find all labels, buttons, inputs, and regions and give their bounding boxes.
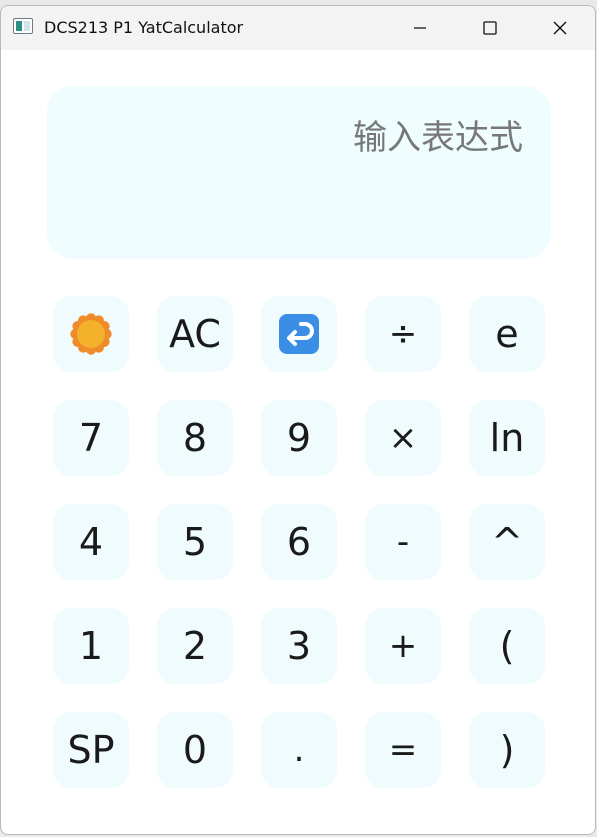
plus-label: + [388, 626, 418, 666]
divide-button[interactable]: ÷ [365, 296, 441, 372]
sp-label: SP [67, 728, 115, 772]
divide-label: ÷ [388, 314, 418, 354]
digit-9-button[interactable]: 9 [261, 400, 337, 476]
clear-label: AC [169, 312, 221, 356]
maximize-button[interactable] [455, 6, 525, 50]
minimize-icon [414, 27, 426, 29]
plus-button[interactable]: + [365, 608, 441, 684]
digit-8-label: 8 [182, 416, 208, 460]
close-paren-label: ) [499, 728, 515, 772]
digit-5-label: 5 [182, 520, 208, 564]
calculator-window: DCS213 P1 YatCalculator 输入表达式 AC ÷ e 7 8 9 × ln… [0, 5, 596, 835]
sp-button[interactable]: SP [53, 712, 129, 788]
close-icon [553, 21, 567, 35]
power-button[interactable]: ^ [469, 504, 545, 580]
decimal-label: . [293, 730, 305, 770]
digit-2-label: 2 [182, 624, 208, 668]
maximize-icon [483, 21, 497, 35]
digit-1-button[interactable]: 1 [53, 608, 129, 684]
e-button[interactable]: e [469, 296, 545, 372]
digit-3-button[interactable]: 3 [261, 608, 337, 684]
minus-label: - [396, 522, 410, 562]
minus-button[interactable]: - [365, 504, 441, 580]
equals-label: = [388, 730, 418, 770]
digit-3-label: 3 [286, 624, 312, 668]
e-label: e [495, 312, 519, 356]
digit-9-label: 9 [286, 416, 312, 460]
backspace-button[interactable] [261, 296, 337, 372]
multiply-button[interactable]: × [365, 400, 441, 476]
return-arrow-icon [279, 314, 319, 354]
digit-6-label: 6 [286, 520, 312, 564]
window-title: DCS213 P1 YatCalculator [44, 18, 244, 37]
decimal-button[interactable]: . [261, 712, 337, 788]
digit-7-button[interactable]: 7 [53, 400, 129, 476]
close-paren-button[interactable]: ) [469, 712, 545, 788]
open-paren-button[interactable]: ( [469, 608, 545, 684]
clear-button[interactable]: AC [157, 296, 233, 372]
open-paren-label: ( [499, 624, 515, 668]
multiply-label: × [388, 418, 418, 458]
digit-1-label: 1 [78, 624, 104, 668]
equals-button[interactable]: = [365, 712, 441, 788]
digit-0-label: 0 [182, 728, 208, 772]
expression-placeholder: 输入表达式 [353, 118, 523, 158]
digit-8-button[interactable]: 8 [157, 400, 233, 476]
window-app-icon [13, 18, 33, 34]
ln-button[interactable]: ln [469, 400, 545, 476]
theme-button[interactable] [53, 296, 129, 372]
digit-4-button[interactable]: 4 [53, 504, 129, 580]
title-bar[interactable]: DCS213 P1 YatCalculator [1, 6, 595, 50]
digit-6-button[interactable]: 6 [261, 504, 337, 580]
ln-label: ln [489, 416, 525, 460]
digit-2-button[interactable]: 2 [157, 608, 233, 684]
digit-5-button[interactable]: 5 [157, 504, 233, 580]
sun-icon [70, 313, 112, 355]
expression-display[interactable]: 输入表达式 [47, 86, 551, 259]
digit-0-button[interactable]: 0 [157, 712, 233, 788]
close-button[interactable] [525, 6, 595, 50]
minimize-button[interactable] [385, 6, 455, 50]
digit-4-label: 4 [78, 520, 104, 564]
power-label: ^ [491, 520, 523, 564]
digit-7-label: 7 [78, 416, 104, 460]
